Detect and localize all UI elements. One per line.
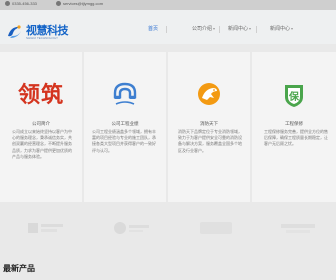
site-logo[interactable]: 视慧科技 SHIHUI TECHNOLOGY — [6, 23, 69, 40]
phone-number: 0335-456-333 — [12, 1, 37, 6]
svg-text:保: 保 — [288, 90, 300, 103]
site-header: 视慧科技 SHIHUI TECHNOLOGY 首页 公司介绍 ▾ 新闻中心 ▾ … — [0, 10, 336, 44]
nav-item-label: 公司介绍 — [192, 26, 213, 32]
nav-divider — [219, 26, 220, 33]
nav-item-label: 新闻中心 — [228, 26, 249, 32]
logo-subtitle: SHIHUI TECHNOLOGY — [26, 35, 58, 40]
nav-item-about[interactable]: 公司介绍 ▾ — [192, 24, 215, 34]
chevron-down-icon: ▾ — [291, 26, 294, 31]
partner-logo-3[interactable] — [196, 219, 236, 237]
card-description: 消防天下品牌定位于专业消防领域，致力于为客户提供安全可靠的消防设备与解决方案，服… — [178, 129, 242, 153]
top-bar: 0335-456-333 services@tjlymgg.com — [0, 0, 336, 10]
partner-logo-1[interactable] — [26, 219, 66, 237]
horseshoe-magnet-icon — [84, 77, 166, 113]
card-title: 消防天下 — [200, 121, 218, 126]
phone-icon — [5, 1, 10, 6]
email-icon — [56, 1, 61, 6]
feature-card-fire[interactable]: 消防天下 消防天下品牌定位于专业消防领域，致力于为客户提供安全可靠的消防设备与解… — [168, 52, 250, 202]
partner-logo-2[interactable] — [112, 219, 152, 237]
section-title-latest-products: 最新产品 — [3, 264, 35, 273]
nav-item-label: 新闻中心 — [270, 26, 291, 32]
card-title: 公司工程业绩 — [111, 121, 139, 126]
partner-logo-strip — [0, 215, 336, 251]
card-title: 公司简介 — [32, 121, 50, 126]
nav-item-news[interactable]: 新闻中心 ▾ — [228, 24, 251, 34]
nav-divider — [166, 26, 167, 33]
card-description: 工程保修服务完善，提供全方位的售后保障，确保工程质量长期稳定，让客户无后顾之忧。 — [264, 129, 328, 147]
chevron-down-icon: ▾ — [213, 26, 216, 31]
chevron-down-icon: ▾ — [249, 26, 252, 31]
phone-contact[interactable]: 0335-456-333 — [5, 1, 37, 6]
feature-card-company[interactable]: 领筑 公司简介 公司成立以来始终坚持以客户为中心的服务理念，秉承诚信务实，共创双… — [0, 52, 82, 202]
bao-shield-icon: 保 — [252, 77, 336, 113]
partner-logo-4[interactable] — [278, 219, 318, 237]
email-address: services@tjlymgg.com — [63, 1, 104, 6]
feature-card-projects[interactable]: 公司工程业绩 公司工程业绩涵盖多个领域，拥有丰富的项目经验与专业的施工团队，承接… — [84, 52, 166, 202]
nav-item-news-2[interactable]: 新闻中心 ▾ — [270, 24, 293, 34]
email-contact[interactable]: services@tjlymgg.com — [56, 1, 103, 6]
feature-card-warranty[interactable]: 保 工程保修 工程保修服务完善，提供全方位的售后保障，确保工程质量长期稳定，让客… — [252, 52, 336, 202]
logo-swirl-icon — [6, 24, 23, 40]
card-description: 公司成立以来始终坚持以客户为中心的服务理念，秉承诚信务实，共创双赢的经营理念，不… — [12, 129, 72, 159]
lingzhu-logo-icon: 领筑 — [17, 82, 64, 108]
nav-item-label: 首页 — [148, 26, 159, 32]
card-title: 工程保修 — [285, 121, 303, 126]
logo-title: 视慧科技 — [26, 23, 69, 37]
nav-divider — [256, 26, 257, 33]
nav-item-home[interactable]: 首页 — [148, 24, 158, 34]
card-description: 公司工程业绩涵盖多个领域，拥有丰富的项目经验与专业的施工团队，承接各类大型项目并… — [92, 129, 156, 153]
horse-badge-icon — [168, 77, 250, 113]
